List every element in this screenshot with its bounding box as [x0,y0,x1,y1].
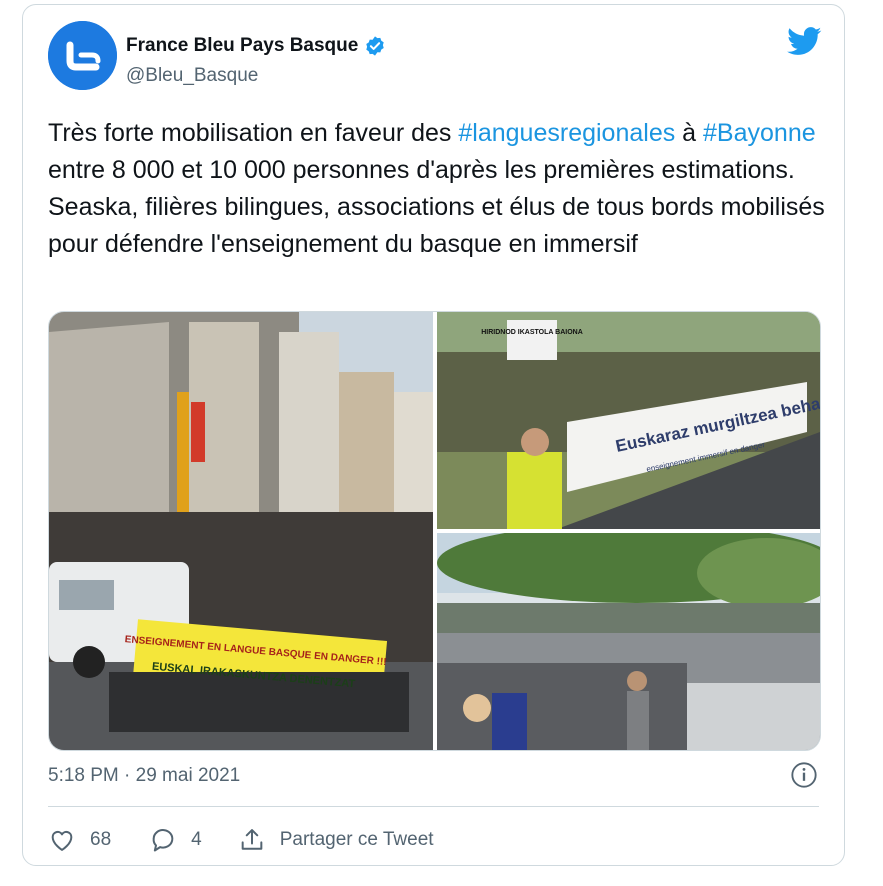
author-handle[interactable]: @Bleu_Basque [126,65,258,87]
share-button[interactable]: Partager ce Tweet [238,826,434,854]
photo-demonstration-street[interactable]: ENSEIGNEMENT EN LANGUE BASQUE EN DANGER … [49,312,433,750]
like-count: 68 [90,829,112,850]
divider [48,806,819,807]
author-name[interactable]: France Bleu Pays Basque [126,35,386,57]
sign-text: HIRIDNOD IKASTOLA BAIONA [481,329,583,336]
tweet-timestamp[interactable]: 5:18 PM · 29 mai 2021 [48,765,240,787]
author-name-text[interactable]: France Bleu Pays Basque [126,35,358,57]
france-bleu-logo-icon [48,21,117,90]
share-label: Partager ce Tweet [279,829,434,850]
tweet-text: Très forte mobilisation en faveur des #l… [48,115,828,263]
avatar[interactable] [48,21,117,90]
tweet-text-part: entre 8 000 et 10 000 personnes d'après … [48,156,825,258]
reply-button[interactable]: 4 [149,826,202,854]
reply-count: 4 [191,829,202,850]
tweet-text-part: Très forte mobilisation en faveur des [48,119,459,147]
reply-bubble-icon [152,829,174,852]
action-bar: 68 4 Partager ce Tweet [48,820,434,860]
tweet-card: France Bleu Pays Basque @Bleu_Basque Trè… [22,4,845,866]
like-button[interactable]: 68 [48,826,111,854]
media-grid: ENSEIGNEMENT EN LANGUE BASQUE EN DANGER … [48,311,821,751]
tweet-text-part: à [675,119,704,147]
twitter-bird-icon[interactable] [787,27,822,56]
verified-badge-icon [366,36,385,56]
hashtag-link[interactable]: #Bayonne [703,119,816,147]
share-icon [241,829,263,850]
photo-banner-march[interactable]: HIRIDNOD IKASTOLA BAIONA Euskaraz murgil… [437,312,820,529]
hashtag-link[interactable]: #languesregionales [458,119,675,147]
photo-crowd-trees[interactable] [437,533,820,750]
info-icon[interactable] [790,761,818,789]
heart-icon [51,830,73,851]
